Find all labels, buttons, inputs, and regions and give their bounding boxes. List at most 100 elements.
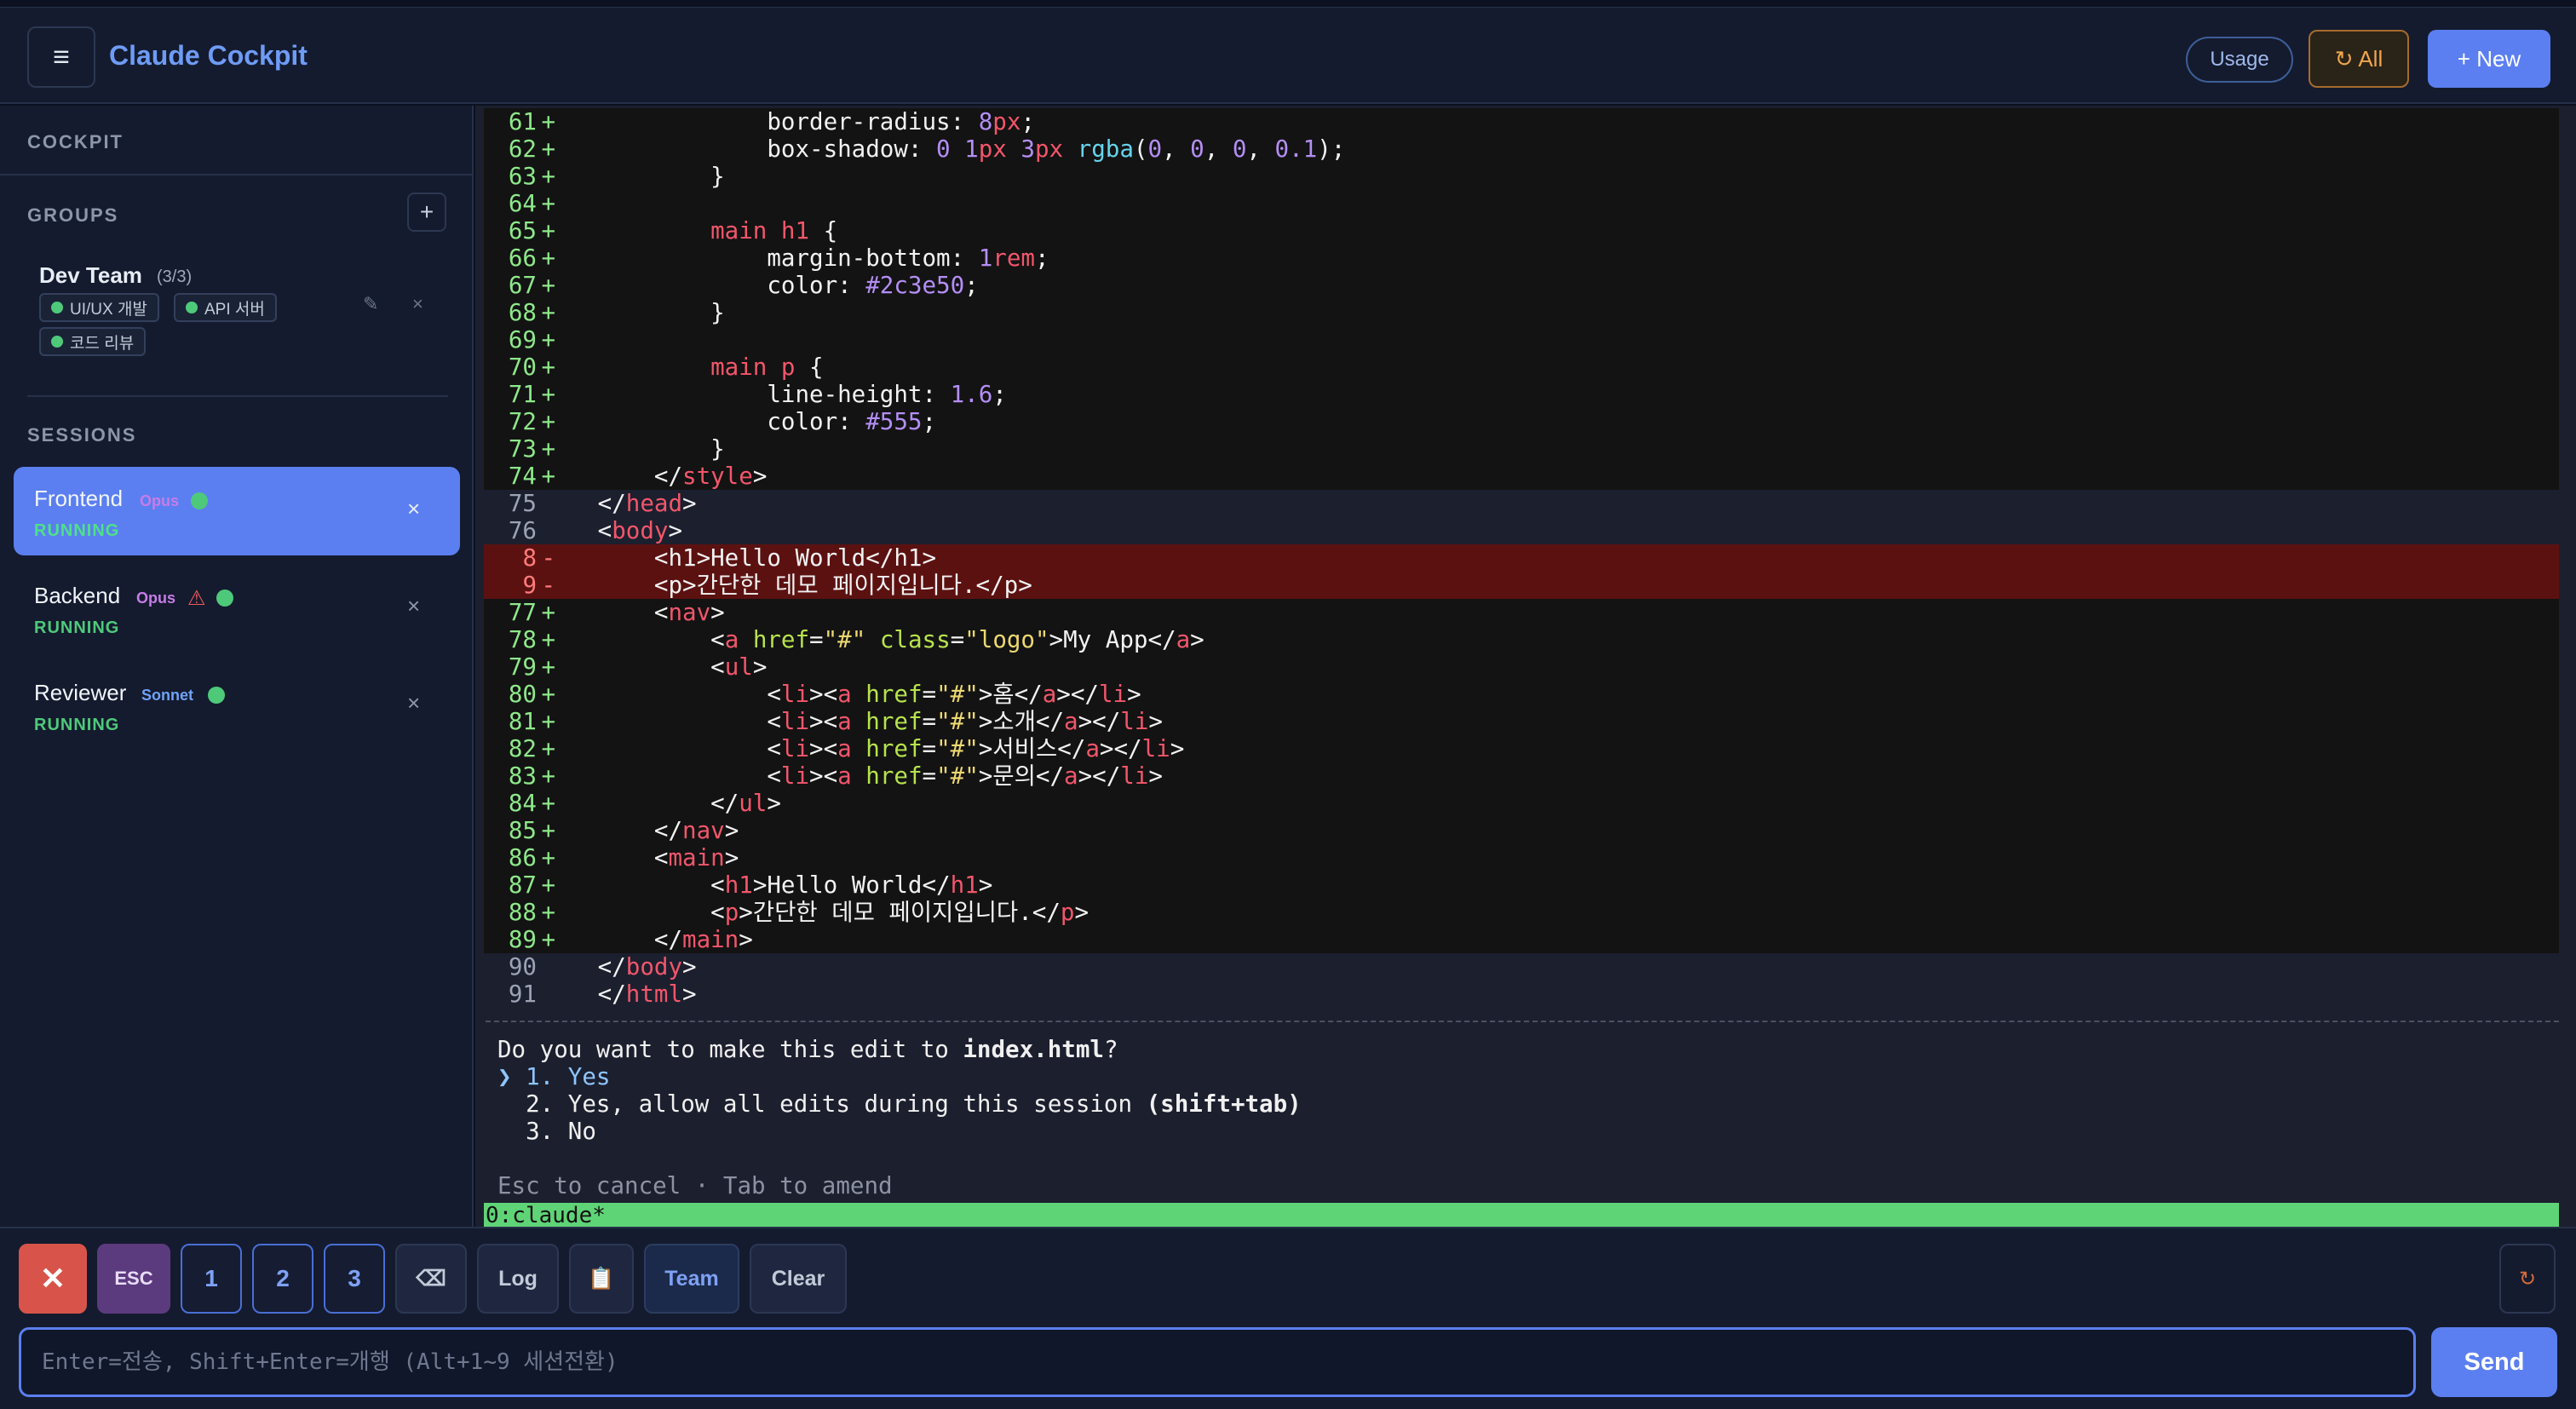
input-bar: ✕ ESC 1 2 3 ⌫ Log 📋 Team Clear ↻ Send xyxy=(0,1227,2576,1409)
session-model-badge: Sonnet xyxy=(141,687,193,704)
code-token: li xyxy=(780,735,810,762)
menu-icon: ≡ xyxy=(53,40,70,73)
code-token: ></ xyxy=(1099,735,1142,762)
tmux-status-bar: 0:claude* xyxy=(484,1203,2559,1228)
code-token: p xyxy=(724,899,739,926)
option-yes[interactable]: ❯ 1. Yes xyxy=(497,1063,610,1090)
code-token: ); xyxy=(1317,135,1346,163)
session-item-backend[interactable]: Backend Opus ⚠ RUNNING × xyxy=(14,564,460,653)
status-dot xyxy=(51,336,63,348)
team-button[interactable]: Team xyxy=(644,1244,739,1314)
menu-button[interactable]: ≡ xyxy=(27,26,95,88)
code-token: h1 xyxy=(724,871,753,899)
line-number: 89 xyxy=(508,926,537,953)
diff-marker: + xyxy=(541,381,555,408)
line-number: 74 xyxy=(508,463,537,490)
esc-key-button[interactable]: ESC xyxy=(97,1244,170,1314)
group-chip[interactable]: 코드 리뷰 xyxy=(39,327,147,356)
option-no[interactable]: 3. No xyxy=(497,1118,596,1145)
terminal-pane[interactable]: 61 + border-radius: 8px; 62 + box-shadow: 0… xyxy=(475,106,2576,1228)
edit-group-icon[interactable]: ✎ xyxy=(363,293,378,315)
interrupt-button[interactable]: ✕ xyxy=(19,1244,87,1314)
usage-button[interactable]: Usage xyxy=(2186,37,2293,83)
code-token: < xyxy=(597,762,781,790)
clipboard-icon: 📋 xyxy=(588,1266,615,1291)
code-token: > xyxy=(739,926,753,953)
code-token: >간단한 데모 페이지입니다.</ xyxy=(739,899,1061,926)
diff-marker: + xyxy=(541,735,555,762)
divider xyxy=(0,174,472,175)
code-token: color: xyxy=(597,408,866,435)
line-number: 75 xyxy=(508,490,537,517)
code-token: head xyxy=(625,490,683,517)
sidebar: COCKPIT GROUPS + Dev Team (3/3) UI/UX 개발… xyxy=(0,106,474,1227)
diff-line: 8- <h1>Hello World</h1> xyxy=(484,544,2559,572)
diff-line: 65 + main h1 { xyxy=(484,217,2559,244)
session-name: Backend xyxy=(34,583,121,608)
code-token: px xyxy=(992,108,1021,135)
key-3-button[interactable]: 3 xyxy=(324,1244,385,1314)
line-number: 81 xyxy=(508,708,537,735)
code-token: } xyxy=(597,163,725,190)
code-token: > xyxy=(767,790,781,817)
message-input[interactable] xyxy=(19,1327,2416,1397)
code-token: = xyxy=(922,708,937,735)
code-token: a xyxy=(837,708,852,735)
refresh-all-button[interactable]: ↻ All xyxy=(2309,30,2409,88)
refresh-button[interactable]: ↻ xyxy=(2499,1244,2556,1314)
session-item-reviewer[interactable]: Reviewer Sonnet RUNNING × xyxy=(14,661,460,750)
close-session-icon[interactable]: × xyxy=(407,496,420,522)
diff-separator xyxy=(486,1021,2559,1022)
code-token: ; xyxy=(964,272,979,299)
sessions-label: SESSIONS xyxy=(27,424,137,446)
group-chip[interactable]: UI/UX 개발 xyxy=(39,293,159,322)
send-button[interactable]: Send xyxy=(2431,1327,2557,1397)
diff-view: 61 + border-radius: 8px; 62 + box-shadow: 0… xyxy=(484,108,2559,1008)
log-button[interactable]: Log xyxy=(477,1244,559,1314)
line-number: 88 xyxy=(508,899,537,926)
group-chip[interactable]: API 서버 xyxy=(174,293,277,322)
diff-marker: + xyxy=(541,708,555,735)
refresh-icon: ↻ xyxy=(2518,1267,2537,1291)
key-1-button[interactable]: 1 xyxy=(181,1244,242,1314)
code-token: 1.6 xyxy=(950,381,993,408)
close-session-icon[interactable]: × xyxy=(407,593,420,619)
code-token: > xyxy=(668,517,683,544)
diff-line: 75 </head> xyxy=(484,490,2559,517)
session-item-frontend[interactable]: Frontend Opus RUNNING × xyxy=(14,467,460,555)
option-yes-all[interactable]: 2. Yes, allow all edits during this sess… xyxy=(497,1090,1302,1118)
diff-marker: + xyxy=(541,244,555,272)
code-token: main p xyxy=(710,354,796,381)
delete-group-icon[interactable]: × xyxy=(412,293,423,315)
code-token: > xyxy=(752,653,768,681)
code-token: < xyxy=(597,899,725,926)
line-number: 61 xyxy=(508,108,537,135)
key-2-button[interactable]: 2 xyxy=(252,1244,313,1314)
groups-label: GROUPS xyxy=(27,204,119,226)
diff-line: 61 + border-radius: 8px; xyxy=(484,108,2559,135)
diff-marker: + xyxy=(541,435,555,463)
new-session-button[interactable]: + New xyxy=(2428,30,2550,88)
code-token: href xyxy=(752,626,810,653)
backspace-button[interactable]: ⌫ xyxy=(395,1244,467,1314)
code-token: rgba xyxy=(1077,135,1134,163)
clear-button[interactable]: Clear xyxy=(750,1244,847,1314)
line-number: 66 xyxy=(508,244,537,272)
line-number: 77 xyxy=(508,599,537,626)
code-token: , xyxy=(1162,135,1191,163)
code-token: li xyxy=(1141,735,1170,762)
code-token: href xyxy=(865,681,923,708)
clipboard-button[interactable]: 📋 xyxy=(569,1244,634,1314)
diff-marker: + xyxy=(541,272,555,299)
add-group-button[interactable]: + xyxy=(407,193,446,232)
diff-line: 63 + } xyxy=(484,163,2559,190)
line-number: 79 xyxy=(508,653,537,681)
close-session-icon[interactable]: × xyxy=(407,690,420,716)
line-number: 84 xyxy=(508,790,537,817)
prompt-hint: Esc to cancel · Tab to amend xyxy=(497,1172,893,1199)
code-token: a xyxy=(724,626,739,653)
code-token: ></ xyxy=(1078,708,1121,735)
code-token: >소개</ xyxy=(978,708,1065,735)
